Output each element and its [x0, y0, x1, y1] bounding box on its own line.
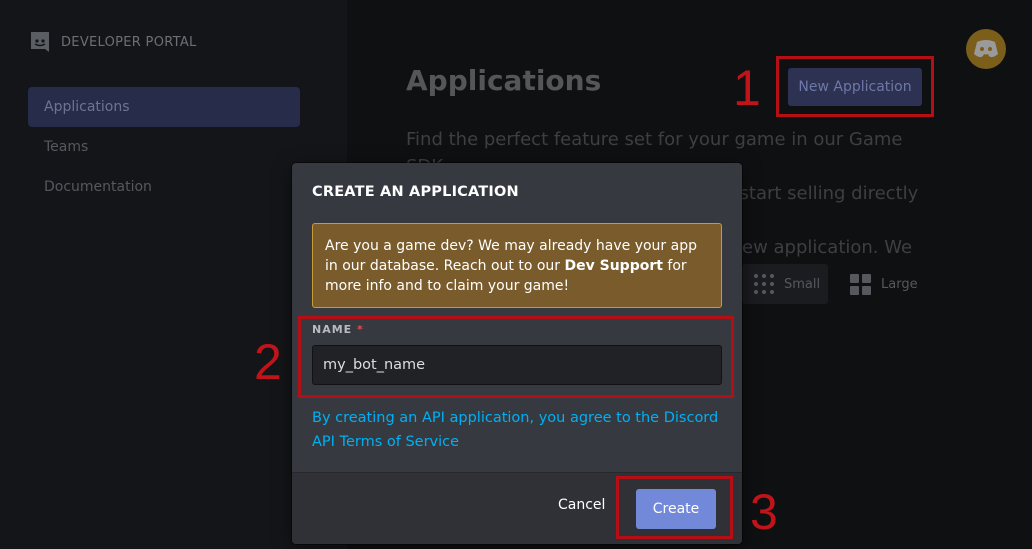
discord-logo-icon — [31, 32, 49, 52]
create-button[interactable]: Create — [636, 489, 716, 529]
brand-label: DEVELOPER PORTAL — [61, 34, 197, 50]
user-avatar[interactable] — [966, 29, 1006, 69]
modal-footer: Cancel Create — [292, 472, 742, 544]
view-large-toggle[interactable]: Large — [850, 264, 918, 304]
dev-support-link[interactable]: Dev Support — [565, 258, 663, 274]
discord-avatar-icon — [974, 40, 998, 58]
annotation-number-3: 3 — [750, 484, 778, 540]
name-label-text: NAME — [312, 323, 353, 336]
game-dev-notice: Are you a game dev? We may already have … — [312, 223, 722, 308]
view-small-label: Small — [784, 276, 821, 292]
brand[interactable]: DEVELOPER PORTAL — [28, 30, 197, 54]
required-marker: * — [357, 323, 364, 336]
view-small-toggle[interactable]: Small — [742, 264, 828, 304]
modal-title: CREATE AN APPLICATION — [312, 184, 519, 200]
page-title: Applications — [406, 64, 602, 97]
sidebar-item-applications[interactable]: Applications — [28, 87, 300, 127]
sidebar-item-documentation[interactable]: Documentation — [28, 167, 300, 207]
grid-large-icon — [850, 273, 871, 295]
annotation-number-1: 1 — [733, 60, 761, 116]
terms-of-service-link[interactable]: By creating an API application, you agre… — [312, 406, 732, 454]
cancel-button[interactable]: Cancel — [552, 496, 611, 514]
annotation-number-2: 2 — [254, 334, 282, 390]
sidebar-item-teams[interactable]: Teams — [28, 127, 300, 167]
create-application-modal: CREATE AN APPLICATION Are you a game dev… — [292, 163, 742, 544]
grid-small-icon — [754, 274, 774, 294]
name-input[interactable] — [312, 345, 722, 385]
name-field-label: NAME * — [312, 323, 364, 336]
new-application-button[interactable]: New Application — [788, 68, 922, 106]
view-large-label: Large — [881, 276, 918, 292]
